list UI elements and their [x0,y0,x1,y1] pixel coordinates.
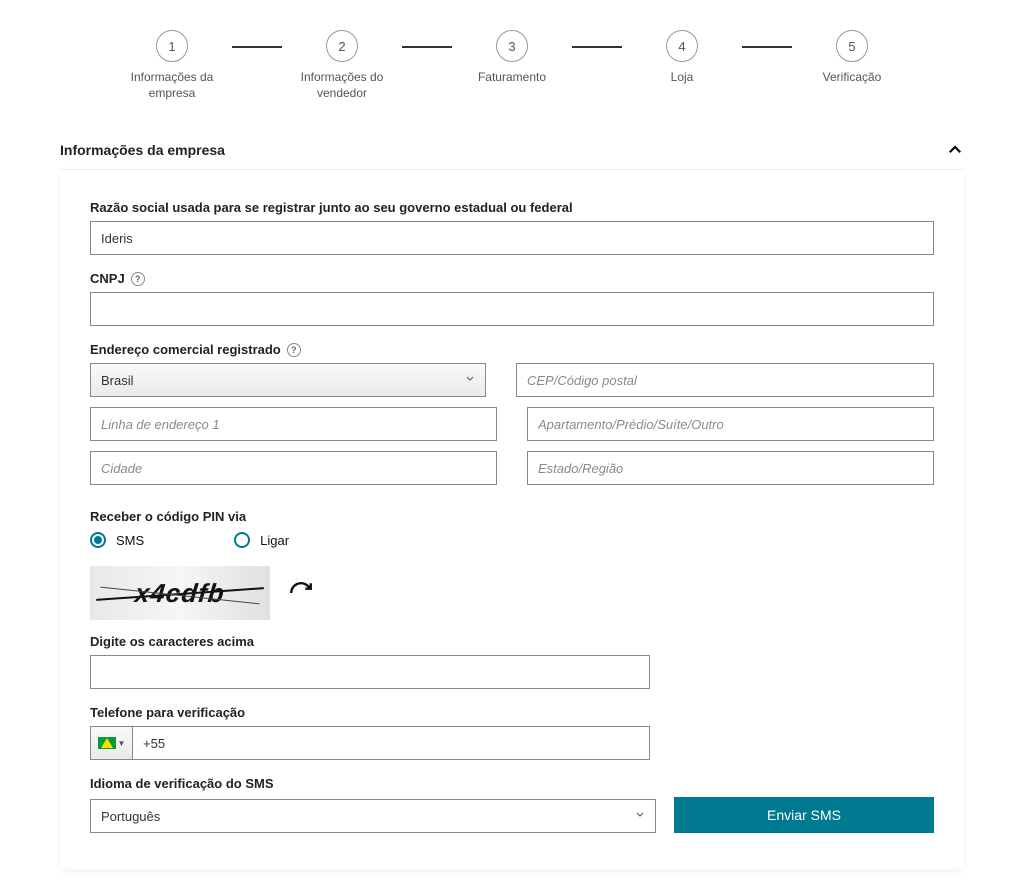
cnpj-label: CNPJ [90,271,125,286]
step-divider [742,46,792,48]
radio-icon [90,532,106,548]
radio-sms-label: SMS [116,533,144,548]
phone-input[interactable] [132,726,650,760]
step-5[interactable]: 5 Verificação [792,30,912,86]
pin-label: Receber o código PIN via [90,509,934,524]
city-input[interactable] [90,451,497,485]
step-4[interactable]: 4 Loja [622,30,742,86]
state-input[interactable] [527,451,934,485]
refresh-icon[interactable] [288,580,314,606]
cnpj-input[interactable] [90,292,934,326]
razao-input[interactable] [90,221,934,255]
step-divider [232,46,282,48]
chevron-down-icon: ▼ [118,739,126,748]
help-icon[interactable]: ? [287,343,301,357]
sms-lang-label: Idioma de verificação do SMS [90,776,934,791]
apartment-input[interactable] [527,407,934,441]
country-select-wrap[interactable]: Brasil [90,363,486,397]
step-label: Verificação [823,70,882,86]
captcha-row: x4cdfb [90,566,650,620]
section-title: Informações da empresa [60,142,225,158]
captcha-input-label: Digite os caracteres acima [90,634,934,649]
step-divider [402,46,452,48]
step-label: Informações da empresa [122,70,222,101]
field-captcha-input: Digite os caracteres acima [90,634,934,689]
chevron-up-icon [946,141,964,159]
step-3[interactable]: 3 Faturamento [452,30,572,86]
endereco-label: Endereço comercial registrado [90,342,281,357]
country-code-selector[interactable]: ▼ [90,726,132,760]
send-sms-button[interactable]: Enviar SMS [674,797,934,833]
captcha-image: x4cdfb [90,566,270,620]
flag-brazil-icon [98,737,116,749]
field-sms-language: Idioma de verificação do SMS Português E… [90,776,934,833]
step-2[interactable]: 2 Informações do vendedor [282,30,402,101]
field-razao-social: Razão social usada para se registrar jun… [90,200,934,255]
step-label: Informações do vendedor [292,70,392,101]
progress-steps: 1 Informações da empresa 2 Informações d… [40,30,984,101]
step-circle: 3 [496,30,528,62]
pin-section: Receber o código PIN via SMS Ligar x4cdf… [90,509,934,833]
step-label: Loja [671,70,694,86]
field-cnpj: CNPJ ? [90,271,934,326]
company-form: Razão social usada para se registrar jun… [60,169,964,869]
razao-label: Razão social usada para se registrar jun… [90,200,934,215]
field-phone: Telefone para verificação ▼ [90,705,934,760]
sms-lang-select[interactable]: Português [90,799,656,833]
radio-ligar[interactable]: Ligar [234,532,289,548]
sms-lang-select-wrap[interactable]: Português [90,799,656,833]
step-divider [572,46,622,48]
address-line1-input[interactable] [90,407,497,441]
cep-input[interactable] [516,363,934,397]
phone-label: Telefone para verificação [90,705,934,720]
radio-icon [234,532,250,548]
step-label: Faturamento [478,70,546,86]
radio-sms[interactable]: SMS [90,532,144,548]
step-circle: 5 [836,30,868,62]
country-select[interactable]: Brasil [90,363,486,397]
field-endereco: Endereço comercial registrado ? Brasil [90,342,934,485]
step-1[interactable]: 1 Informações da empresa [112,30,232,101]
step-circle: 1 [156,30,188,62]
radio-ligar-label: Ligar [260,533,289,548]
step-circle: 4 [666,30,698,62]
section-header[interactable]: Informações da empresa [60,141,964,159]
help-icon[interactable]: ? [131,272,145,286]
step-circle: 2 [326,30,358,62]
captcha-input[interactable] [90,655,650,689]
